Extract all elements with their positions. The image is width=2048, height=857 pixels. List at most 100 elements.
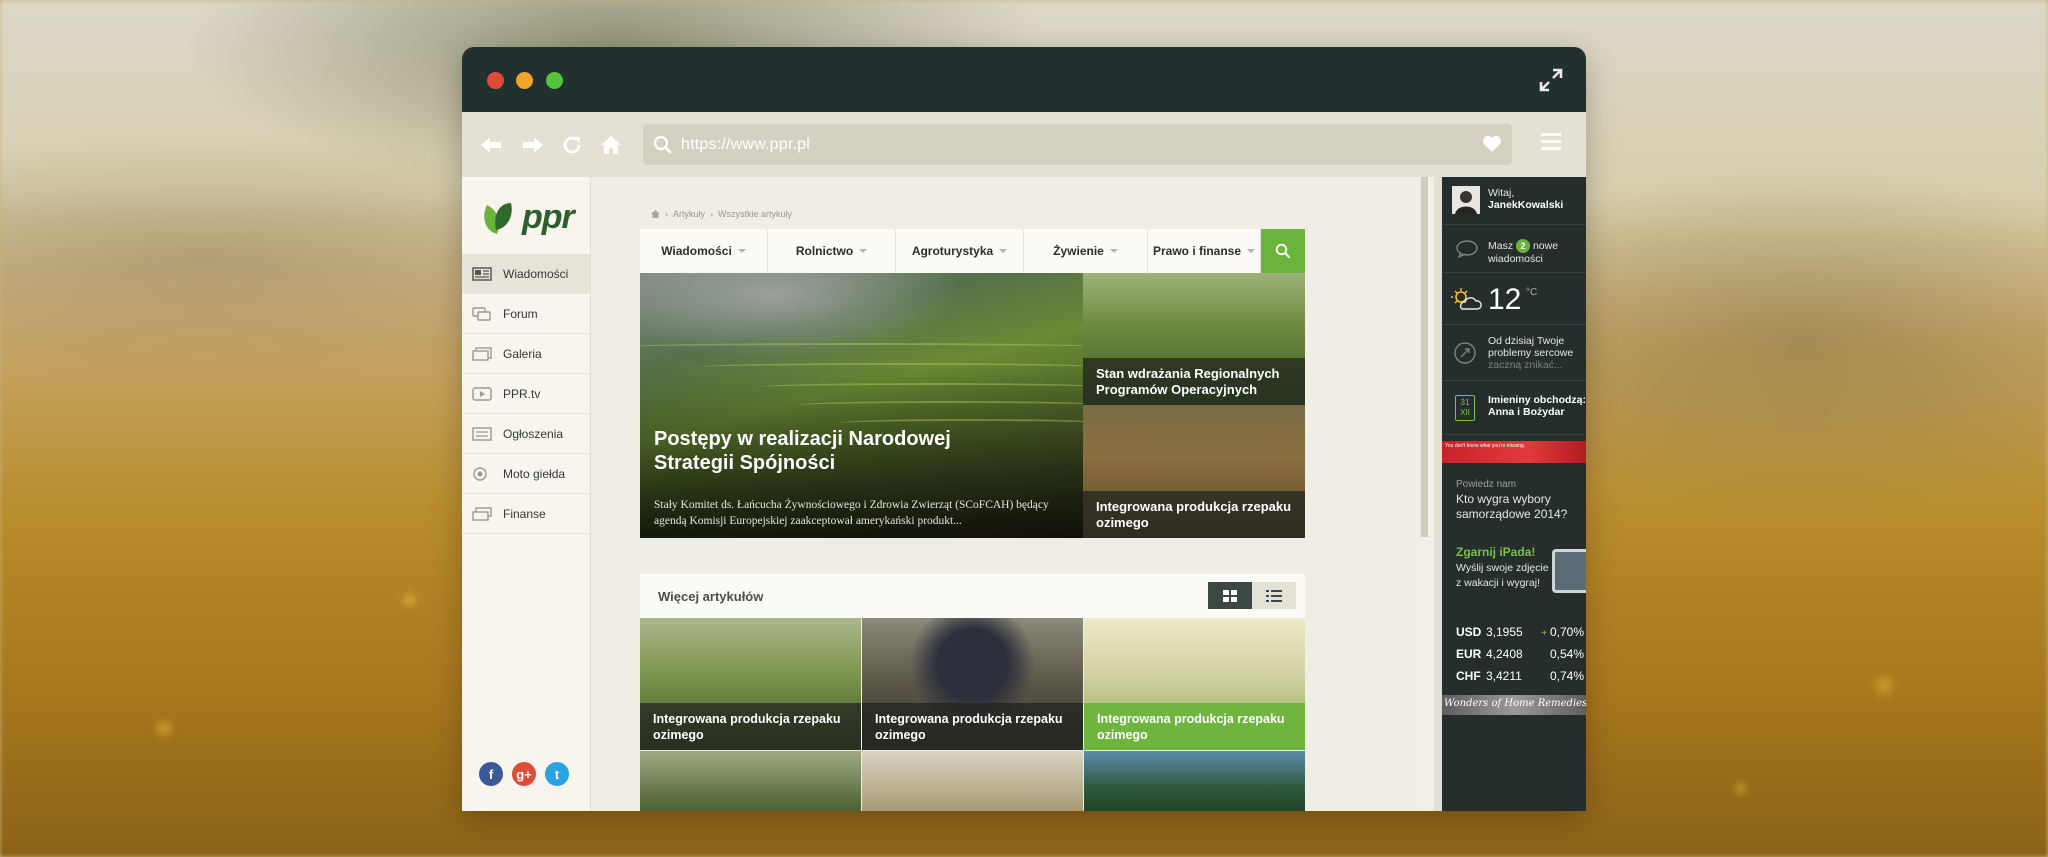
article-tile[interactable]: Integrowana produkcja rzepaku ozimego <box>1084 618 1305 750</box>
poll-question[interactable]: Kto wygra wybory samorządowe 2014? <box>1456 492 1586 522</box>
chat-bubble-icon <box>1456 240 1478 258</box>
leaf-logo-icon <box>484 203 512 234</box>
facebook-icon[interactable]: f <box>479 762 503 786</box>
category-zywienie[interactable]: Żywienie <box>1024 229 1148 273</box>
category-nav: Wiadomości Rolnictwo Agroturystyka Żywie… <box>640 229 1305 273</box>
ad-banner[interactable]: Wonders of Home Remedies <box>1442 695 1586 715</box>
sidebar-item-pprtv[interactable]: PPR.tv <box>462 374 590 414</box>
user-widget[interactable]: Witaj, JanekKowalski <box>1442 177 1586 225</box>
ad-banner[interactable]: You don't know what you're missing. <box>1442 441 1586 463</box>
side-menu: Wiadomości Forum Galeria PPR.tv Ogłoszen… <box>462 254 590 534</box>
breadcrumb: › Artykuły › Wszystkie artykuły <box>651 209 792 219</box>
article-tile[interactable]: Integrowana produkcja rzepaku ozimego <box>640 618 861 750</box>
address-bar[interactable]: https://www.ppr.pl <box>643 124 1512 165</box>
category-search-button[interactable] <box>1261 229 1305 273</box>
close-window-button[interactable] <box>487 72 504 89</box>
grid-view-icon[interactable] <box>1208 582 1252 609</box>
breadcrumb-item[interactable]: Wszystkie artykuły <box>718 209 792 219</box>
featured-side-article[interactable]: Integrowana produkcja rzepaku ozimego <box>1083 405 1305 538</box>
main-column: › Artykuły › Wszystkie artykuły Wiadomoś… <box>591 177 1421 811</box>
currency-row: EUR 4,2408 0,54% <box>1456 647 1584 661</box>
gallery-icon <box>472 346 492 361</box>
messages-widget[interactable]: Masz 2 nowe wiadomości <box>1442 225 1586 273</box>
ipad-image <box>1552 549 1586 593</box>
heart-icon[interactable] <box>1482 135 1502 153</box>
widget-sidebar: Witaj, JanekKowalski Masz 2 nowe wiadomoś… <box>1434 177 1586 811</box>
more-articles-title: Więcej artykułów <box>658 588 764 604</box>
chevron-down-icon <box>859 249 868 253</box>
nameday-widget: 31 XII Imieniny obchodzą: Anna i Bożydar <box>1442 381 1586 435</box>
featured-description: Stały Komitet ds. Łańcucha Żywnościowego… <box>654 499 1049 527</box>
zoom-window-button[interactable] <box>546 72 563 89</box>
search-icon <box>653 135 672 154</box>
partly-cloudy-icon <box>1451 288 1482 310</box>
currency-row: CHF 3,4211 0,74% <box>1456 669 1584 683</box>
page-content: ppr Wiadomości Forum Galeria PPR.tv Ogło… <box>462 177 1586 811</box>
sidebar-item-forum[interactable]: Forum <box>462 294 590 334</box>
category-rolnictwo[interactable]: Rolnictwo <box>768 229 896 273</box>
ppr-logo[interactable]: ppr <box>479 197 575 237</box>
forward-arrow-icon[interactable] <box>518 130 548 160</box>
home-small-icon[interactable] <box>651 210 660 218</box>
sidebar-item-wiadomosci[interactable]: Wiadomości <box>462 254 590 294</box>
message-count-badge: 2 <box>1516 239 1531 253</box>
up-arrow-icon: + <box>1541 628 1550 639</box>
poll-label: Powiedz nam <box>1456 479 1517 490</box>
view-toggle <box>1208 582 1296 609</box>
category-agroturystyka[interactable]: Agroturystyka <box>896 229 1024 273</box>
breadcrumb-item[interactable]: Artykuły <box>673 209 705 219</box>
minimize-window-button[interactable] <box>516 72 533 89</box>
home-icon[interactable] <box>596 130 626 160</box>
category-wiadomosci[interactable]: Wiadomości <box>640 229 768 273</box>
zodiac-icon <box>1454 342 1476 364</box>
calendar-icon: 31 XII <box>1455 395 1475 421</box>
contest-text: Wyślij swoje zdjęcie z wakacji i wygraj! <box>1456 562 1549 589</box>
sidebar-item-finanse[interactable]: Finanse <box>462 494 590 534</box>
article-tile[interactable]: Integrowana produkcja rzepaku ozimego <box>862 618 1083 750</box>
back-arrow-icon[interactable] <box>476 130 506 160</box>
sidebar-item-moto-gielda[interactable]: Moto giełda <box>462 454 590 494</box>
list-view-icon[interactable] <box>1252 582 1296 609</box>
expand-icon[interactable] <box>1538 67 1564 93</box>
news-icon <box>472 266 492 281</box>
featured-side-article[interactable]: Stan wdrażania Regionalnych Programów Op… <box>1083 273 1305 405</box>
featured-main-article[interactable]: Postępy w realizacji Narodowej Strategii… <box>640 273 1083 538</box>
scrollbar[interactable] <box>1421 177 1428 537</box>
horoscope-widget[interactable]: Od dzisiaj Twoje problemy sercowe zaczną z… <box>1442 325 1586 381</box>
article-caption: Integrowana produkcja rzepaku ozimego <box>862 703 1083 750</box>
sidebar-item-galeria[interactable]: Galeria <box>462 334 590 374</box>
temperature-value: 12 <box>1488 283 1522 316</box>
google-plus-icon[interactable]: g+ <box>512 762 536 786</box>
weather-widget: 12 °C <box>1442 273 1586 325</box>
url-text[interactable]: https://www.ppr.pl <box>681 136 810 154</box>
currency-widget: USD 3,1955 + 0,70% EUR 4,2408 0,54% CHF 3,421… <box>1456 621 1584 687</box>
twitter-icon[interactable]: t <box>545 762 569 786</box>
social-links: f g+ t <box>479 762 569 786</box>
chevron-down-icon <box>1109 249 1118 253</box>
featured-articles: Postępy w realizacji Narodowej Strategii… <box>640 273 1305 538</box>
more-articles-header: Więcej artykułów <box>640 574 1305 618</box>
video-icon <box>472 386 492 401</box>
article-tile[interactable] <box>640 751 861 811</box>
article-tile[interactable] <box>862 751 1083 811</box>
avatar <box>1452 186 1480 214</box>
chevron-down-icon <box>737 249 746 253</box>
forum-icon <box>472 306 491 321</box>
title-bar <box>462 47 1586 112</box>
hamburger-menu-icon[interactable] <box>1540 130 1562 152</box>
article-caption: Stan wdrażania Regionalnych Programów Op… <box>1083 358 1305 405</box>
temperature-unit: °C <box>1526 287 1538 298</box>
sidebar-item-ogloszenia[interactable]: Ogłoszenia <box>462 414 590 454</box>
article-caption: Integrowana produkcja rzepaku ozimego <box>1083 491 1305 538</box>
wheel-icon <box>473 466 487 481</box>
featured-title[interactable]: Postępy w realizacji Narodowej Strategii… <box>654 427 984 475</box>
browser-toolbar: https://www.ppr.pl <box>462 112 1586 177</box>
chevron-down-icon <box>1247 249 1256 253</box>
reload-icon[interactable] <box>557 130 587 160</box>
finance-icon <box>472 506 492 521</box>
currency-row: USD 3,1955 + 0,70% <box>1456 625 1584 639</box>
username[interactable]: JanekKowalski <box>1488 199 1563 211</box>
contest-title[interactable]: Zgarnij iPada! <box>1456 545 1535 559</box>
category-prawo-i-finanse[interactable]: Prawo i finanse <box>1148 229 1261 273</box>
article-tile[interactable] <box>1084 751 1305 811</box>
